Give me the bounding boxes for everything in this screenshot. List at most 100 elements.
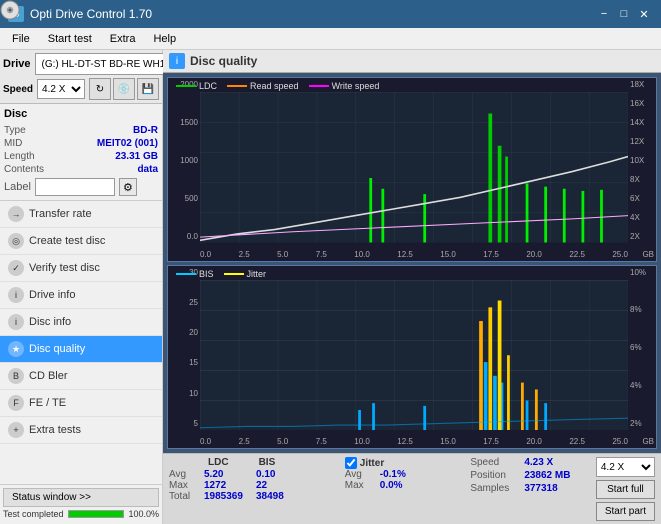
sidebar-label-transfer-rate: Transfer rate — [29, 208, 92, 220]
sidebar-label-drive-info: Drive info — [29, 289, 75, 301]
disc-info-icon: i — [8, 314, 24, 330]
speed-label-stat: Speed — [470, 457, 520, 468]
chart1-gb-label: GB — [642, 250, 654, 259]
bis-avg: 0.10 — [256, 469, 308, 480]
jitter-max-label: Max — [345, 480, 380, 491]
mid-label: MID — [4, 138, 22, 149]
sidebar-menu: → Transfer rate ◎ Create test disc ✓ Ver… — [0, 201, 162, 484]
avg-row: Avg 5.20 0.10 — [169, 469, 345, 480]
type-value: BD-R — [133, 125, 158, 136]
jitter-max: 0.0% — [380, 480, 403, 491]
max-label: Max — [169, 480, 204, 491]
app-title: Opti Drive Control 1.70 — [30, 7, 152, 21]
progress-bar-fill — [69, 511, 124, 517]
stats-panel: LDC BIS Avg 5.20 0.10 Max 1272 22 Total … — [163, 453, 661, 524]
minimize-button[interactable]: − — [595, 5, 613, 23]
label-label: Label — [4, 181, 31, 193]
progress-pct: 100.0% — [128, 509, 159, 519]
bis-max: 22 — [256, 480, 308, 491]
length-value: 23.31 GB — [115, 151, 158, 162]
jitter-stats: Jitter Avg -0.1% Max 0.0% — [345, 457, 471, 521]
ldc-header: LDC — [208, 457, 229, 468]
sidebar-label-extra-tests: Extra tests — [29, 424, 81, 436]
jitter-checkbox[interactable] — [345, 457, 357, 469]
progress-bar-bg — [68, 510, 125, 518]
ldc-color — [176, 85, 196, 87]
chart2-y-left: 30 25 20 15 10 5 — [168, 266, 200, 431]
label-edit-button[interactable]: ⚙ — [119, 178, 137, 196]
sidebar-item-verify-test-disc[interactable]: ✓ Verify test disc — [0, 255, 162, 282]
speed-val: 4.23 X — [524, 457, 553, 468]
legend-jitter: Jitter — [224, 269, 267, 279]
type-label: Type — [4, 125, 26, 136]
speed-info-section: Speed 4.23 X Position 23862 MB Samples 3… — [470, 457, 596, 521]
speed-select-stats[interactable]: 4.2 X — [596, 457, 655, 477]
chart1-y-right: 18X 16X 14X 12X 10X 8X 6X 4X 2X — [628, 78, 656, 243]
menu-extra[interactable]: Extra — [102, 31, 144, 47]
sidebar-item-extra-tests[interactable]: + Extra tests — [0, 417, 162, 444]
menu-start-test[interactable]: Start test — [40, 31, 100, 47]
chart2-svg — [200, 280, 628, 431]
max-row: Max 1272 22 — [169, 480, 345, 491]
save-button[interactable]: 💾 — [137, 78, 159, 100]
sidebar-item-create-test-disc[interactable]: ◎ Create test disc — [0, 228, 162, 255]
write-speed-label: Write speed — [332, 81, 380, 91]
sidebar-item-drive-info[interactable]: i Drive info — [0, 282, 162, 309]
drive-section: Drive (G:) HL-DT-ST BD-RE WH16NS48 1.D3 … — [0, 50, 162, 104]
disc-icon — [0, 0, 20, 20]
spin-button[interactable]: ↻ — [89, 78, 111, 100]
maximize-button[interactable]: □ — [615, 5, 633, 23]
start-full-button[interactable]: Start full — [596, 480, 655, 499]
menu-help[interactable]: Help — [145, 31, 184, 47]
jitter-avg-label: Avg — [345, 469, 380, 480]
disc-button[interactable]: 💿 — [113, 78, 135, 100]
status-bar: Status window >> Test completed 100.0% — [0, 484, 162, 524]
chart1-x-axis: 0.02.55.07.510.012.515.017.520.022.525.0 — [200, 250, 628, 259]
verify-test-icon: ✓ — [8, 260, 24, 276]
speed-info-row: Speed 4.23 X — [470, 457, 596, 468]
disc-quality-icon: ★ — [8, 341, 24, 357]
disc-quality-header: i Disc quality — [163, 50, 661, 73]
samples-label: Samples — [470, 483, 520, 494]
position-row: Position 23862 MB — [470, 470, 596, 481]
transfer-rate-icon: → — [8, 206, 24, 222]
contents-label: Contents — [4, 164, 44, 175]
sidebar-item-fe-te[interactable]: F FE / TE — [0, 390, 162, 417]
read-speed-color — [227, 85, 247, 87]
label-input[interactable] — [35, 178, 115, 196]
chart2-gb-label: GB — [642, 437, 654, 446]
speed-select-drive[interactable]: 4.2 X — [37, 79, 85, 99]
menu-file[interactable]: File — [4, 31, 38, 47]
close-button[interactable]: ✕ — [635, 5, 653, 23]
chart1-svg — [200, 92, 628, 243]
sidebar-item-disc-info[interactable]: i Disc info — [0, 309, 162, 336]
start-part-button[interactable]: Start part — [596, 502, 655, 521]
ldc-avg: 5.20 — [204, 469, 256, 480]
chart1-container: LDC Read speed Write speed — [167, 77, 657, 262]
extra-tests-icon: + — [8, 422, 24, 438]
avg-label: Avg — [169, 469, 204, 480]
title-bar: O Opti Drive Control 1.70 − □ ✕ — [0, 0, 661, 28]
stats-header: LDC BIS — [169, 457, 345, 468]
legend-ldc: LDC — [176, 81, 217, 91]
drive-info-icon: i — [8, 287, 24, 303]
sidebar-item-disc-quality[interactable]: ★ Disc quality — [0, 336, 162, 363]
status-text: Test completed — [3, 509, 64, 519]
speed-icons: ↻ 💿 💾 — [89, 78, 159, 100]
chart2-container: BIS Jitter — [167, 265, 657, 450]
mid-value: MEIT02 (001) — [97, 138, 158, 149]
sidebar-item-cd-bler[interactable]: B CD Bler — [0, 363, 162, 390]
ldc-max: 1272 — [204, 480, 256, 491]
drive-label: Drive — [3, 58, 31, 70]
read-speed-label: Read speed — [250, 81, 299, 91]
create-test-icon: ◎ — [8, 233, 24, 249]
sidebar-item-transfer-rate[interactable]: → Transfer rate — [0, 201, 162, 228]
chart1-legend: LDC Read speed Write speed — [176, 81, 379, 91]
jitter-avg: -0.1% — [380, 469, 406, 480]
speed-label: Speed — [3, 84, 33, 95]
status-window-button[interactable]: Status window >> — [3, 488, 159, 507]
jitter-color — [224, 273, 244, 275]
contents-value: data — [137, 164, 158, 175]
position-val: 23862 MB — [524, 470, 570, 481]
window-controls: − □ ✕ — [595, 5, 653, 23]
